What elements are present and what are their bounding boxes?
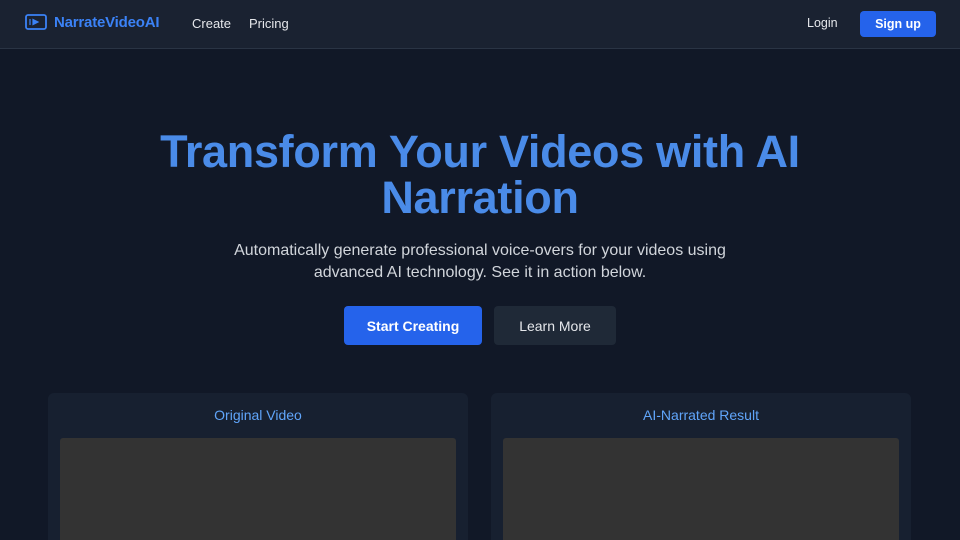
login-link[interactable]: Login (807, 16, 838, 30)
page: NarrateVideoAI Create Pricing Login Sign… (0, 0, 960, 540)
learn-more-button[interactable]: Learn More (494, 306, 616, 345)
hero-subtitle-line-1: Automatically generate professional voic… (234, 242, 726, 259)
nav-pricing-link[interactable]: Pricing (249, 16, 289, 31)
hero-subtitle-line-2: advanced AI technology. See it in action… (313, 264, 647, 281)
signup-button[interactable]: Sign up (860, 11, 936, 37)
brand-logo[interactable]: NarrateVideoAI (25, 13, 160, 31)
start-creating-button[interactable]: Start Creating (344, 306, 482, 345)
hero-title: Transform Your Videos with AI Narration (0, 129, 960, 221)
navbar: NarrateVideoAI Create Pricing Login Sign… (0, 0, 960, 49)
original-video-player[interactable] (60, 438, 456, 540)
original-video-card: Original Video (48, 393, 468, 540)
narrated-result-card: AI-Narrated Result (491, 393, 911, 540)
brand-name: NarrateVideoAI (54, 13, 160, 31)
video-icon (25, 14, 47, 30)
hero-title-line-1: Transform Your Videos with AI (160, 126, 800, 177)
nav-create-link[interactable]: Create (192, 16, 231, 31)
hero-subtitle: Automatically generate professional voic… (200, 240, 760, 284)
original-video-title: Original Video (214, 407, 302, 423)
narrated-video-player[interactable] (503, 438, 899, 540)
hero-title-line-2: Narration (381, 172, 579, 223)
narrated-result-title: AI-Narrated Result (643, 407, 759, 423)
